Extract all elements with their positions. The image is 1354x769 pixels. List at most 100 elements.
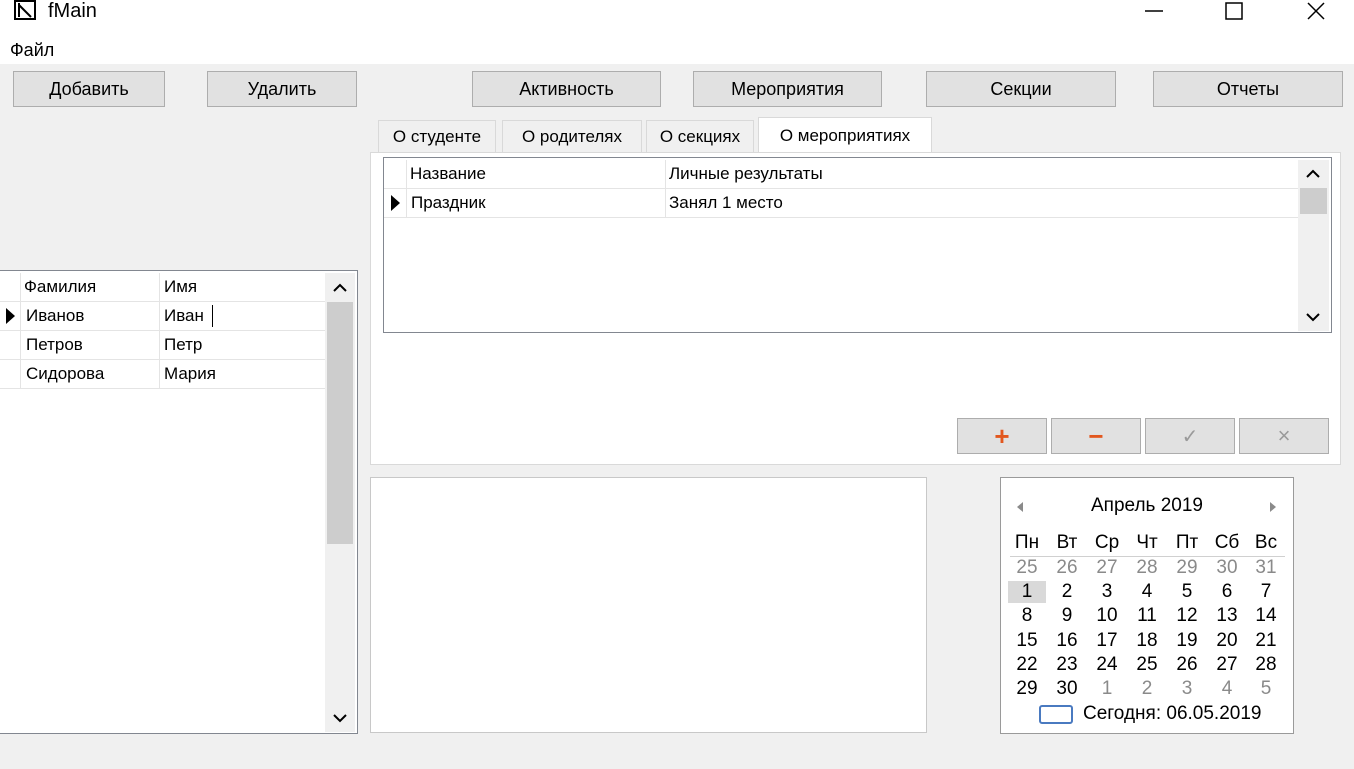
today-marker-icon — [1039, 705, 1073, 724]
calendar-day[interactable]: 31 — [1247, 557, 1285, 579]
maximize-icon — [1225, 2, 1243, 20]
calendar-day[interactable]: 25 — [1008, 557, 1046, 579]
calendar-day[interactable]: 28 — [1128, 557, 1166, 579]
calendar-day[interactable]: 18 — [1128, 630, 1166, 652]
nav-remove-button[interactable]: − — [1051, 418, 1141, 454]
student-firstname[interactable]: Иван — [164, 306, 204, 326]
events-scrollbar[interactable] — [1298, 160, 1329, 331]
tab-student[interactable]: О студенте — [378, 120, 496, 152]
calendar-day[interactable]: 10 — [1088, 605, 1126, 627]
calendar-day[interactable]: 1 — [1088, 678, 1126, 700]
next-month-icon[interactable] — [1266, 500, 1280, 514]
cancel-icon: × — [1277, 423, 1291, 448]
calendar-day[interactable]: 2 — [1128, 678, 1166, 700]
calendar-day[interactable]: 3 — [1168, 678, 1206, 700]
close-button[interactable] — [1286, 0, 1346, 22]
row-pointer-icon — [6, 308, 15, 324]
events-grid[interactable] — [383, 157, 1332, 333]
calendar-day[interactable]: 5 — [1247, 678, 1285, 700]
student-lastname[interactable]: Сидорова — [26, 364, 104, 384]
calendar-day[interactable]: 3 — [1088, 581, 1126, 603]
nav-add-button[interactable]: + — [957, 418, 1047, 454]
scroll-down-icon[interactable] — [330, 708, 350, 728]
calendar-month-label[interactable]: Апрель 2019 — [1040, 495, 1254, 517]
column-header-results[interactable]: Личные результаты — [669, 164, 823, 184]
calendar-day[interactable]: 28 — [1247, 654, 1285, 676]
prev-month-icon[interactable] — [1013, 500, 1027, 514]
weekday-header: Пн — [1014, 532, 1040, 553]
event-name[interactable]: Праздник — [411, 193, 486, 213]
calendar-day[interactable]: 2 — [1048, 581, 1086, 603]
calendar-day[interactable]: 30 — [1208, 557, 1246, 579]
student-lastname[interactable]: Петров — [26, 335, 83, 355]
calendar-day[interactable]: 13 — [1208, 605, 1246, 627]
today-label[interactable]: Сегодня: 06.05.2019 — [1083, 703, 1261, 725]
calendar-day[interactable]: 4 — [1128, 581, 1166, 603]
events-button[interactable]: Мероприятия — [693, 71, 882, 107]
add-button[interactable]: Добавить — [13, 71, 165, 107]
calendar-day[interactable]: 8 — [1008, 605, 1046, 627]
notes-panel[interactable] — [370, 477, 927, 733]
tab-events[interactable]: О мероприятиях — [758, 117, 932, 153]
calendar-day[interactable]: 26 — [1048, 557, 1086, 579]
nav-confirm-button[interactable]: ✓ — [1145, 418, 1235, 454]
calendar-day[interactable]: 7 — [1247, 581, 1285, 603]
calendar-day[interactable]: 4 — [1208, 678, 1246, 700]
scrollbar-thumb[interactable] — [327, 302, 353, 544]
calendar-day[interactable]: 23 — [1048, 654, 1086, 676]
calendar-day[interactable]: 30 — [1048, 678, 1086, 700]
weekday-header: Вс — [1254, 532, 1278, 553]
student-lastname[interactable]: Иванов — [26, 306, 84, 326]
app-icon — [14, 0, 36, 20]
event-result[interactable]: Занял 1 место — [669, 193, 783, 213]
calendar-day[interactable]: 16 — [1048, 630, 1086, 652]
close-icon — [1307, 2, 1325, 20]
calendar-day[interactable]: 5 — [1168, 581, 1206, 603]
calendar-day[interactable]: 19 — [1168, 630, 1206, 652]
scroll-up-icon[interactable] — [330, 278, 350, 298]
calendar-day[interactable]: 24 — [1088, 654, 1126, 676]
scroll-up-icon[interactable] — [1303, 164, 1323, 184]
column-header-firstname[interactable]: Имя — [164, 277, 197, 297]
column-header-name[interactable]: Название — [410, 164, 486, 184]
plus-icon: + — [994, 420, 1010, 451]
calendar-day[interactable]: 14 — [1247, 605, 1285, 627]
calendar-day[interactable]: 29 — [1168, 557, 1206, 579]
calendar-day[interactable]: 27 — [1208, 654, 1246, 676]
calendar-day[interactable]: 15 — [1008, 630, 1046, 652]
calendar-day[interactable]: 26 — [1168, 654, 1206, 676]
minimize-icon — [1145, 10, 1163, 12]
calendar-day[interactable]: 17 — [1088, 630, 1126, 652]
minimize-button[interactable] — [1124, 0, 1184, 22]
text-cursor — [212, 305, 213, 327]
menu-file[interactable]: Файл — [10, 40, 54, 61]
reports-button[interactable]: Отчеты — [1153, 71, 1343, 107]
weekday-header: Пт — [1175, 532, 1199, 553]
calendar-day[interactable]: 22 — [1008, 654, 1046, 676]
calendar-day[interactable]: 12 — [1168, 605, 1206, 627]
nav-cancel-button[interactable]: × — [1239, 418, 1329, 454]
tab-sections[interactable]: О секциях — [646, 120, 754, 152]
calendar-day[interactable]: 11 — [1128, 605, 1166, 627]
tab-parents[interactable]: О родителях — [502, 120, 642, 152]
column-header-lastname[interactable]: Фамилия — [24, 277, 96, 297]
calendar-day[interactable]: 25 — [1128, 654, 1166, 676]
calendar-day[interactable]: 21 — [1247, 630, 1285, 652]
student-firstname[interactable]: Мария — [164, 364, 216, 384]
student-firstname[interactable]: Петр — [164, 335, 202, 355]
menu-bar — [0, 34, 1354, 64]
delete-button[interactable]: Удалить — [207, 71, 357, 107]
activity-button[interactable]: Активность — [472, 71, 661, 107]
calendar-day[interactable]: 1 — [1008, 581, 1046, 603]
scroll-down-icon[interactable] — [1303, 307, 1323, 327]
calendar-day[interactable]: 29 — [1008, 678, 1046, 700]
calendar-day[interactable]: 6 — [1208, 581, 1246, 603]
weekday-header: Сб — [1214, 532, 1240, 553]
maximize-button[interactable] — [1204, 0, 1264, 22]
scrollbar-thumb[interactable] — [1300, 188, 1327, 214]
calendar-day[interactable]: 9 — [1048, 605, 1086, 627]
sections-button[interactable]: Секции — [926, 71, 1116, 107]
calendar-day[interactable]: 20 — [1208, 630, 1246, 652]
weekday-header: Ср — [1094, 532, 1120, 553]
calendar-day[interactable]: 27 — [1088, 557, 1126, 579]
